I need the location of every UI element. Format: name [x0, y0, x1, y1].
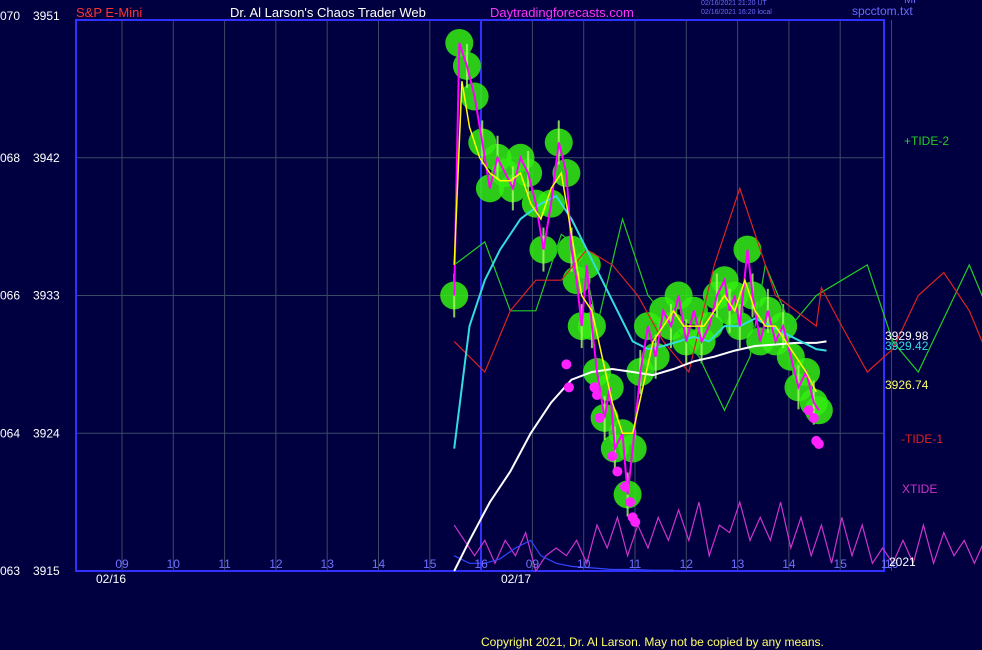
copyright-footer: Copyright 2021, Dr. Al Larson. May not b…: [481, 635, 824, 649]
website-link[interactable]: Daytradingforecasts.com: [490, 5, 634, 20]
signal-dot: [563, 382, 574, 393]
y-tick-left-063: 063: [0, 564, 20, 578]
x-tick-hour: 14: [782, 557, 796, 571]
x-tick-hour: 16: [474, 557, 488, 571]
y-tick-price-3933: 3933: [33, 289, 60, 303]
x-tick-hour: 11: [629, 557, 642, 571]
xtide-label: XTIDE: [902, 482, 938, 496]
x-tick-hour: 12: [269, 557, 283, 571]
instrument-label: S&P E-Mini: [76, 5, 143, 20]
tide-minus1-label: -TIDE-1: [901, 432, 943, 446]
y-tick-left-068: 068: [0, 151, 20, 165]
signal-dot: [561, 359, 572, 370]
y-tick-price-3924: 3924: [33, 426, 60, 440]
x-tick-hour: 10: [167, 557, 181, 571]
data-file-label: spcctom.txt: [852, 4, 913, 18]
timestamp-local: 02/16/2021 16:20 local: [701, 9, 772, 16]
x-tick-hour: 13: [321, 557, 335, 571]
signal-dot: [630, 517, 641, 528]
y-tick-left-066: 066: [0, 289, 20, 303]
signal-dot: [594, 412, 605, 423]
tide-plus2-label: +TIDE-2: [904, 134, 950, 148]
x-tick-hour: 10: [577, 557, 591, 571]
signal-dot: [612, 466, 623, 477]
chaos-trader-chart-window: 063 3915 064 3924 066 3933 068 3942 070 3951 09 10 1…: [0, 0, 982, 650]
x-tick-hour: 14: [372, 557, 386, 571]
signal-dot: [607, 451, 618, 462]
x-tick-hour: 13: [731, 557, 745, 571]
signal-dot: [813, 438, 824, 449]
y-tick-price-3942: 3942: [33, 151, 60, 165]
chart-plot-area: 063 3915 064 3924 066 3933 068 3942 070 3951 09 10 1…: [0, 9, 982, 586]
y-tick-left-070: 070: [0, 9, 20, 23]
date-label-1: 02/16: [96, 572, 126, 586]
x-tick-hour: 15: [423, 557, 437, 571]
date-label-2: 02/17: [501, 572, 531, 586]
tide-minus1-line: [453, 186, 982, 374]
y-tick-left-064: 064: [0, 426, 20, 440]
x-tick-hour: 09: [526, 557, 540, 571]
chart-header-title: Dr. Al Larson's Chaos Trader Web: [230, 5, 426, 20]
y-tick-price-3915: 3915: [33, 564, 60, 578]
x-tick-hour: 11: [218, 557, 231, 571]
signal-dot: [620, 481, 631, 492]
x-tick-hour: 12: [680, 557, 694, 571]
signal-dot: [592, 389, 602, 400]
x-tick-hour: 09: [115, 557, 129, 571]
timestamp-ut: 02/16/2021 21:20 UT: [701, 0, 767, 7]
right-value-2: 3926.74: [885, 378, 929, 392]
x-tick-hour-end: 1: [881, 557, 888, 571]
y-tick-price-3951: 3951: [33, 9, 60, 23]
year-label: 2021: [889, 555, 916, 569]
x-tick-hour: 15: [834, 557, 848, 571]
right-value-1: 3929.42: [885, 339, 929, 353]
signal-dot: [808, 412, 819, 423]
signal-dot: [625, 497, 636, 508]
